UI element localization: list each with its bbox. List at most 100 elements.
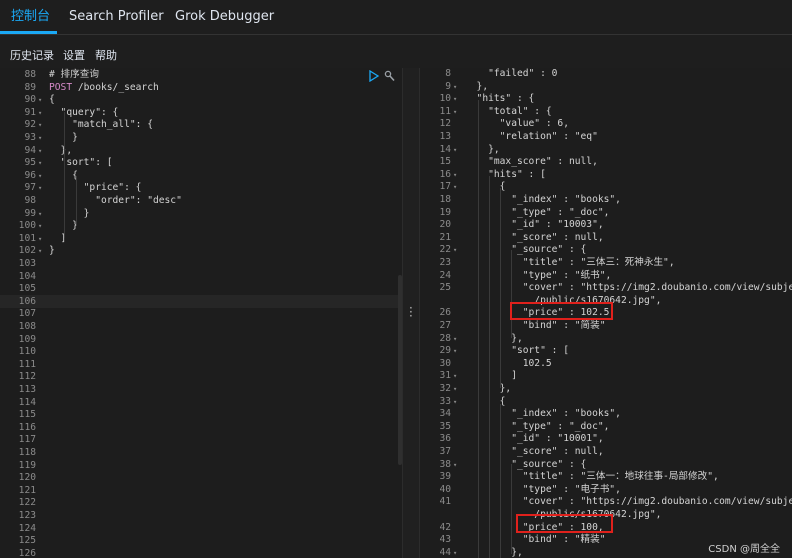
fold-toggle-icon[interactable]: ▾ — [38, 119, 42, 132]
line-number: 124 — [18, 522, 36, 534]
code-line: 17 ▾ { — [420, 181, 792, 194]
fold-toggle-icon[interactable]: ▾ — [38, 245, 42, 258]
line-number: 97 — [24, 182, 36, 194]
fold-toggle-icon[interactable]: ▾ — [453, 333, 457, 346]
line-number: 16 — [439, 168, 451, 180]
fold-toggle-icon[interactable]: ▾ — [453, 370, 457, 383]
line-number: 93 — [24, 132, 36, 143]
indent-guide — [511, 250, 512, 338]
fold-toggle-icon[interactable]: ▾ — [453, 169, 457, 182]
fold-toggle-icon[interactable]: ▾ — [453, 547, 457, 558]
code-line: 95 ▾ "sort": [ — [0, 157, 402, 170]
menu-help[interactable]: 帮助 — [95, 47, 117, 63]
fold-toggle-icon[interactable]: ▾ — [453, 93, 457, 106]
fold-toggle-icon[interactable]: ▾ — [38, 233, 42, 246]
fold-toggle-icon[interactable]: ▾ — [38, 145, 42, 158]
line-code: "bind" : "精装" — [465, 534, 606, 546]
code-line: 21 "_score" : null, — [420, 232, 792, 245]
code-line: 112 — [0, 371, 402, 384]
code-line: 89 POST /books/_search — [0, 82, 402, 95]
fold-toggle-icon[interactable]: ▾ — [38, 107, 42, 120]
line-number: 40 — [439, 483, 451, 495]
request-editor[interactable]: 88 # 排序查询 89 POST /books/_search 90 ▾{91 ▾ "qu… — [0, 68, 402, 558]
top-tab-bar: 控制台 Search Profiler Grok Debugger — [0, 0, 792, 35]
line-code: } — [49, 245, 55, 257]
code-line: 118 — [0, 447, 402, 460]
line-code: "_id" : "10001", — [465, 433, 604, 445]
line-number: 42 — [439, 521, 451, 533]
line-number: 126 — [18, 547, 36, 558]
code-line: 88 # 排序查询 — [0, 69, 402, 82]
code-line: 34 "_index" : "books", — [420, 408, 792, 421]
fold-toggle-icon[interactable]: ▾ — [453, 106, 457, 119]
wrench-icon[interactable] — [384, 70, 395, 82]
code-line: 126 — [0, 548, 402, 558]
line-number: 38 — [439, 458, 451, 470]
fold-toggle-icon[interactable]: ▾ — [38, 182, 42, 195]
fold-toggle-icon[interactable]: ▾ — [38, 94, 42, 107]
code-line: 94 ▾ }, — [0, 145, 402, 158]
line-number: 12 — [439, 118, 451, 130]
menu-settings[interactable]: 设置 — [63, 47, 85, 63]
line-code: POST /books/_search — [49, 82, 159, 95]
line-number: 43 — [439, 534, 451, 546]
fold-toggle-icon[interactable]: ▾ — [453, 81, 457, 94]
fold-toggle-icon[interactable]: ▾ — [38, 132, 42, 145]
fold-toggle-icon[interactable]: ▾ — [38, 170, 42, 183]
indent-guide — [500, 404, 501, 558]
code-line: 116 — [0, 422, 402, 435]
fold-toggle-icon[interactable]: ▾ — [453, 144, 457, 157]
pane-resizer[interactable]: · · · — [402, 68, 420, 558]
menu-history[interactable]: 历史记录 — [10, 47, 54, 63]
fold-toggle-icon[interactable]: ▾ — [38, 208, 42, 221]
line-number: 22 — [439, 244, 451, 256]
fold-toggle-icon[interactable]: ▾ — [453, 181, 457, 194]
line-number: 21 — [439, 231, 451, 243]
play-icon[interactable] — [369, 69, 380, 83]
tab-console[interactable]: 控制台 — [11, 0, 50, 34]
indent-guide — [64, 112, 65, 238]
line-number: 88 — [24, 69, 36, 80]
code-line: 92 ▾ "match_all": { — [0, 119, 402, 132]
line-number: 90 — [24, 94, 36, 106]
indent-guide — [478, 100, 479, 558]
code-line: 108 — [0, 321, 402, 334]
line-code: "_type" : "_doc", — [465, 206, 610, 218]
fold-toggle-icon[interactable]: ▾ — [453, 383, 457, 396]
indent-guide — [500, 188, 501, 388]
fold-toggle-icon[interactable]: ▾ — [453, 396, 457, 409]
tab-search-profiler[interactable]: Search Profiler — [69, 0, 164, 34]
fold-toggle-icon[interactable]: ▾ — [453, 459, 457, 472]
line-number: 10 — [439, 93, 451, 105]
line-number: 24 — [439, 269, 451, 281]
line-code: "title" : "三体一：地球往事-局部修改", — [465, 471, 719, 483]
line-number: 92 — [24, 119, 36, 131]
code-line: 19 "_type" : "_doc", — [420, 207, 792, 220]
line-code: "title" : "三体三：死神永生", — [465, 257, 675, 268]
line-code: # 排序查询 — [49, 69, 99, 80]
line-number: 44 — [439, 546, 451, 558]
fold-toggle-icon[interactable]: ▾ — [38, 220, 42, 233]
line-number: 37 — [439, 446, 451, 457]
line-number: 41 — [439, 496, 451, 508]
code-line: 8 "failed" : 0 — [420, 68, 792, 81]
line-number: 91 — [24, 106, 36, 118]
code-line: 23 "title" : "三体三：死神永生", — [420, 257, 792, 270]
line-code: "price": { — [49, 182, 142, 194]
line-number: 94 — [24, 144, 36, 156]
code-line: 36 "_id" : "10001", — [420, 433, 792, 446]
tab-grok-debugger[interactable]: Grok Debugger — [175, 0, 274, 34]
active-tab-indicator — [0, 31, 57, 34]
line-number: 108 — [18, 321, 36, 332]
code-line: 100 ▾ } — [0, 220, 402, 233]
line-number: 89 — [24, 81, 36, 93]
line-number: 15 — [439, 156, 451, 168]
code-line: 30 102.5 — [420, 358, 792, 371]
fold-toggle-icon[interactable]: ▾ — [453, 345, 457, 358]
code-line: 101 ▾ ] — [0, 233, 402, 246]
fold-toggle-icon[interactable]: ▾ — [453, 244, 457, 257]
code-line: 104 — [0, 271, 402, 284]
line-number: 98 — [24, 195, 36, 206]
fold-toggle-icon[interactable]: ▾ — [38, 157, 42, 170]
line-number: 27 — [439, 320, 451, 331]
